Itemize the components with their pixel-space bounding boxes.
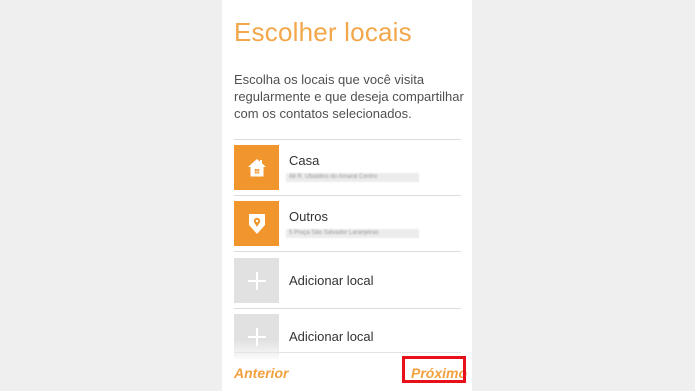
plus-icon [247,271,266,290]
divider [234,139,461,140]
location-address: 5 Praça São Salvador Laranjeiras [286,229,419,238]
location-item-other[interactable]: Outros 5 Praça São Salvador Laranjeiras [234,201,461,246]
divider [234,251,461,252]
map-pin-icon [248,213,265,234]
add-location-label: Adicionar local [289,273,374,288]
divider [234,195,461,196]
add-location-button[interactable]: Adicionar local [234,258,461,303]
location-tile [234,201,279,246]
page-description: Escolha os locais que você visita regula… [234,72,464,121]
location-tile [234,145,279,190]
previous-button[interactable]: Anterior [234,365,288,381]
next-button-highlight [402,356,466,383]
divider [234,308,461,309]
page-title: Escolher locais [234,17,412,47]
location-name: Casa [289,153,320,168]
location-tile [234,258,279,303]
location-name: Outros [289,209,329,224]
location-address: 48 R. Ubaldino do Amaral Centro [286,173,419,182]
location-item-home[interactable]: Casa 48 R. Ubaldino do Amaral Centro [234,145,461,190]
footer-divider [234,352,461,353]
app-screen: Escolher locais Escolha os locais que vo… [222,0,472,391]
home-icon [247,158,266,176]
